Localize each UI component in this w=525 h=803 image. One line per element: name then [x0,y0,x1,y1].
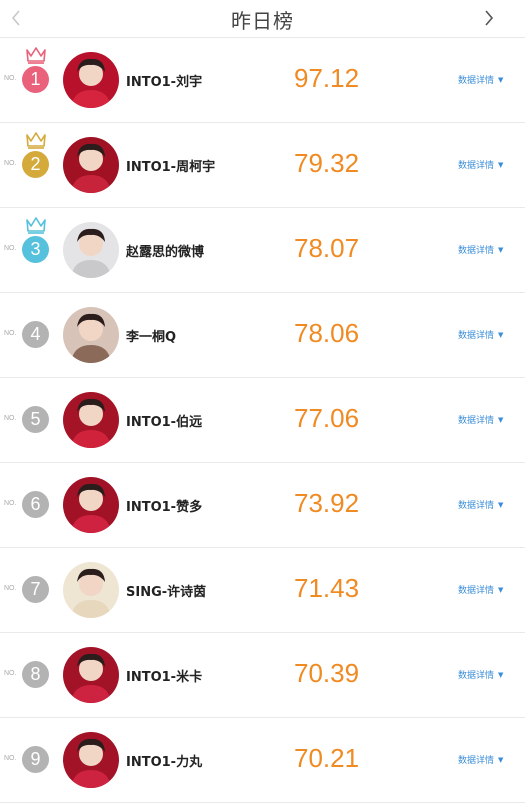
data-detail-link[interactable]: 数据详情 ▼ [458,158,504,172]
no-label: NO. [4,670,17,677]
data-detail-label: 数据详情 [458,501,495,511]
ranking-row[interactable]: NO. 4 李一桐Q 78.06 数据详情 ▼ [0,293,525,378]
avatar-image [63,647,119,703]
avatar-image [63,137,119,193]
next-day-button[interactable] [477,6,501,30]
no-label: NO. [4,500,17,507]
ranking-row[interactable]: NO. 6 INTO1-赞多 73.92 数据详情 ▼ [0,463,525,548]
no-label: NO. [4,415,17,422]
avatar-image [63,562,119,618]
ranking-list: NO. 1 INTO1-刘宇 97.12 数据详情 ▼ NO. 2 INTO1-… [0,38,525,803]
score-value: 78.06 [294,318,360,348]
data-detail-link[interactable]: 数据详情 ▼ [458,753,504,767]
data-detail-label: 数据详情 [458,161,495,171]
no-label: NO. [4,330,17,337]
user-name[interactable]: INTO1-周柯宇 [126,156,215,175]
rank-badge: 9 [22,746,49,773]
header-bar: 昨日榜 [0,0,525,38]
chevron-right-icon [485,10,494,26]
no-label: NO. [4,755,17,762]
score-value: 71.43 [294,573,360,603]
avatar[interactable] [63,477,119,533]
data-detail-link[interactable]: 数据详情 ▼ [458,328,504,342]
data-detail-label: 数据详情 [458,586,495,596]
data-detail-label: 数据详情 [458,331,495,341]
score-value: 70.39 [294,658,360,688]
rank-badge: 4 [22,321,49,348]
caret-down-icon: ▼ [498,585,504,594]
ranking-row[interactable]: NO. 5 INTO1-伯远 77.06 数据详情 ▼ [0,378,525,463]
score-value: 78.07 [294,233,360,263]
ranking-row[interactable]: NO. 3 赵露思的微博 78.07 数据详情 ▼ [0,208,525,293]
ranking-row[interactable]: NO. 9 INTO1-力丸 70.21 数据详情 ▼ [0,718,525,803]
ranking-row[interactable]: NO. 1 INTO1-刘宇 97.12 数据详情 ▼ [0,38,525,123]
rank-badge: 6 [22,491,49,518]
user-name[interactable]: INTO1-赞多 [126,496,202,515]
avatar[interactable] [63,732,119,788]
user-name[interactable]: INTO1-米卡 [126,666,202,685]
data-detail-label: 数据详情 [458,76,495,86]
rank-badge: 5 [22,406,49,433]
avatar-image [63,222,119,278]
user-name[interactable]: INTO1-伯远 [126,411,202,430]
user-name[interactable]: SING-许诗茵 [126,581,206,600]
rank-badge: 3 [22,236,49,263]
crown-icon [26,132,46,149]
ranking-row[interactable]: NO. 8 INTO1-米卡 70.39 数据详情 ▼ [0,633,525,718]
avatar-image [63,732,119,788]
score-value: 70.21 [294,743,360,773]
avatar[interactable] [63,647,119,703]
caret-down-icon: ▼ [498,160,504,169]
data-detail-label: 数据详情 [458,756,495,766]
data-detail-link[interactable]: 数据详情 ▼ [458,583,504,597]
caret-down-icon: ▼ [498,245,504,254]
data-detail-link[interactable]: 数据详情 ▼ [458,668,504,682]
page-title: 昨日榜 [231,9,294,33]
avatar-image [63,52,119,108]
avatar-image [63,392,119,448]
no-label: NO. [4,585,17,592]
no-label: NO. [4,245,17,252]
score-value: 73.92 [294,488,360,518]
caret-down-icon: ▼ [498,755,504,764]
rank-badge: 1 [22,66,49,93]
avatar-image [63,307,119,363]
caret-down-icon: ▼ [498,670,504,679]
rank-badge: 7 [22,576,49,603]
avatar[interactable] [63,562,119,618]
data-detail-label: 数据详情 [458,671,495,681]
avatar[interactable] [63,137,119,193]
avatar[interactable] [63,392,119,448]
avatar-image [63,477,119,533]
ranking-row[interactable]: NO. 2 INTO1-周柯宇 79.32 数据详情 ▼ [0,123,525,208]
data-detail-label: 数据详情 [458,246,495,256]
user-name[interactable]: INTO1-力丸 [126,751,202,770]
data-detail-label: 数据详情 [458,416,495,426]
avatar[interactable] [63,52,119,108]
user-name[interactable]: INTO1-刘宇 [126,71,202,90]
ranking-row[interactable]: NO. 7 SING-许诗茵 71.43 数据详情 ▼ [0,548,525,633]
data-detail-link[interactable]: 数据详情 ▼ [458,243,504,257]
data-detail-link[interactable]: 数据详情 ▼ [458,73,504,87]
user-name[interactable]: 赵露思的微博 [126,241,204,260]
rank-badge: 2 [22,151,49,178]
score-value: 97.12 [294,63,360,93]
caret-down-icon: ▼ [498,330,504,339]
avatar[interactable] [63,222,119,278]
rank-badge: 8 [22,661,49,688]
caret-down-icon: ▼ [498,75,504,84]
no-label: NO. [4,75,17,82]
data-detail-link[interactable]: 数据详情 ▼ [458,413,504,427]
caret-down-icon: ▼ [498,500,504,509]
caret-down-icon: ▼ [498,415,504,424]
avatar[interactable] [63,307,119,363]
data-detail-link[interactable]: 数据详情 ▼ [458,498,504,512]
no-label: NO. [4,160,17,167]
user-name[interactable]: 李一桐Q [126,326,176,345]
score-value: 77.06 [294,403,360,433]
crown-icon [26,47,46,64]
crown-icon [26,217,46,234]
score-value: 79.32 [294,148,360,178]
